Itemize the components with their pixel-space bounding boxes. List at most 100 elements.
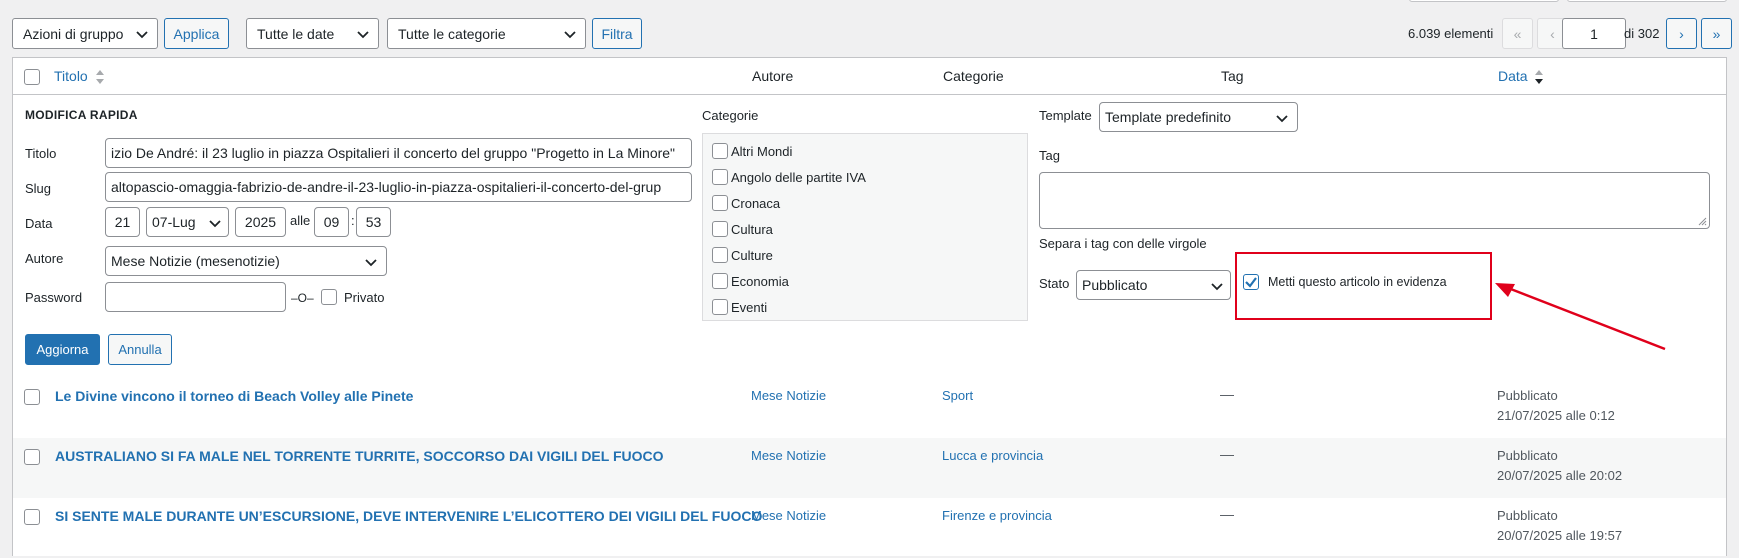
author-label: Autore bbox=[25, 251, 64, 266]
column-title[interactable]: Titolo bbox=[54, 68, 105, 85]
current-page-input[interactable]: 1 bbox=[1562, 18, 1626, 49]
row-title-link[interactable]: AUSTRALIANO SI FA MALE NEL TORRENTE TURR… bbox=[55, 448, 664, 464]
row-category-link[interactable]: Lucca e provincia bbox=[942, 448, 1043, 463]
table-row: AUSTRALIANO SI FA MALE NEL TORRENTE TURR… bbox=[13, 438, 1726, 498]
category-item[interactable]: Cultura bbox=[712, 221, 773, 237]
resize-handle-icon[interactable] bbox=[1697, 216, 1707, 226]
category-item[interactable]: Economia bbox=[712, 273, 789, 289]
categories-checklist: Altri Mondi Angolo delle partite IVA Cro… bbox=[702, 133, 1028, 321]
row-checkbox[interactable] bbox=[24, 389, 40, 405]
row-status: Pubblicato bbox=[1497, 448, 1558, 463]
category-item[interactable]: Altri Mondi bbox=[712, 143, 792, 159]
row-tag: — bbox=[1220, 386, 1234, 402]
day-input[interactable]: 21 bbox=[105, 207, 140, 237]
column-categories: Categorie bbox=[943, 68, 1004, 84]
apply-button[interactable]: Applica bbox=[164, 18, 229, 49]
chevron-down-icon bbox=[1211, 283, 1223, 291]
row-author-link[interactable]: Mese Notizie bbox=[751, 388, 826, 403]
table-row: SI SENTE MALE DURANTE UN’ESCURSIONE, DEV… bbox=[13, 498, 1726, 558]
items-count: 6.039 elementi bbox=[1408, 26, 1494, 41]
filter-button[interactable]: Filtra bbox=[592, 18, 642, 49]
year-input[interactable]: 2025 bbox=[235, 207, 286, 237]
column-date[interactable]: Data bbox=[1498, 68, 1544, 85]
select-all-checkbox[interactable] bbox=[24, 69, 40, 85]
private-checkbox[interactable] bbox=[321, 289, 337, 305]
category-item[interactable]: Cronaca bbox=[712, 195, 780, 211]
tags-textarea[interactable] bbox=[1039, 172, 1710, 229]
cancel-button[interactable]: Annulla bbox=[108, 334, 172, 365]
row-status: Pubblicato bbox=[1497, 388, 1558, 403]
row-date: 20/07/2025 alle 20:02 bbox=[1497, 468, 1623, 483]
category-filter-value: Tutte le categorie bbox=[398, 25, 506, 42]
row-checkbox[interactable] bbox=[24, 509, 40, 525]
row-category-link[interactable]: Sport bbox=[942, 388, 973, 403]
private-label: Privato bbox=[344, 290, 385, 305]
help-tab[interactable] bbox=[1567, 0, 1727, 2]
slug-input[interactable]: altopascio-omaggia-fabrizio-de-andre-il-… bbox=[105, 172, 692, 202]
category-label: Culture bbox=[731, 247, 773, 263]
row-title-link[interactable]: SI SENTE MALE DURANTE UN’ESCURSIONE, DEV… bbox=[55, 508, 762, 524]
category-item[interactable]: Eventi bbox=[712, 299, 767, 315]
status-value: Pubblicato bbox=[1082, 277, 1148, 293]
hour-input[interactable]: 09 bbox=[314, 207, 349, 237]
chevron-down-icon bbox=[1276, 115, 1288, 123]
last-page-button[interactable]: » bbox=[1701, 18, 1732, 49]
row-author-link[interactable]: Mese Notizie bbox=[751, 448, 826, 463]
sort-icon bbox=[95, 70, 104, 85]
author-value: Mese Notizie (mesenotizie) bbox=[111, 253, 280, 269]
next-page-button[interactable]: › bbox=[1666, 18, 1697, 49]
category-checkbox[interactable] bbox=[712, 169, 728, 185]
table-row: Le Divine vincono il torneo di Beach Vol… bbox=[13, 378, 1726, 438]
at-label: alle bbox=[290, 213, 311, 228]
column-tag: Tag bbox=[1221, 68, 1244, 84]
row-date: 20/07/2025 alle 19:57 bbox=[1497, 528, 1623, 543]
annotation-highlight-box bbox=[1235, 252, 1492, 320]
date-filter-value: Tutte le date bbox=[257, 25, 335, 42]
category-checkbox[interactable] bbox=[712, 247, 728, 263]
annotation-arrow-icon bbox=[1495, 283, 1666, 351]
row-checkbox[interactable] bbox=[24, 449, 40, 465]
row-author-link[interactable]: Mese Notizie bbox=[751, 508, 826, 523]
first-page-button[interactable]: « bbox=[1502, 18, 1533, 49]
title-label: Titolo bbox=[25, 146, 57, 161]
row-category-link[interactable]: Firenze e provincia bbox=[942, 508, 1052, 523]
categories-label: Categorie bbox=[702, 108, 759, 123]
row-tag: — bbox=[1220, 446, 1234, 462]
category-filter-select[interactable]: Tutte le categorie bbox=[387, 18, 586, 49]
category-item[interactable]: Culture bbox=[712, 247, 773, 263]
row-title-link[interactable]: Le Divine vincono il torneo di Beach Vol… bbox=[55, 388, 413, 404]
category-label: Altri Mondi bbox=[731, 143, 793, 159]
category-item[interactable]: Angolo delle partite IVA bbox=[712, 169, 866, 185]
title-input[interactable]: izio De André: il 23 luglio in piazza Os… bbox=[105, 138, 692, 168]
template-select[interactable]: Template predefinito bbox=[1099, 102, 1298, 132]
tag-hint: Separa i tag con delle virgole bbox=[1039, 236, 1207, 251]
month-value: 07-Lug bbox=[152, 214, 196, 230]
month-select[interactable]: 07-Lug bbox=[146, 207, 229, 237]
password-input[interactable] bbox=[105, 282, 286, 312]
category-checkbox[interactable] bbox=[712, 195, 728, 211]
update-button[interactable]: Aggiorna bbox=[25, 334, 100, 365]
category-checkbox[interactable] bbox=[712, 143, 728, 159]
tag-label: Tag bbox=[1039, 148, 1060, 163]
category-checkbox[interactable] bbox=[712, 221, 728, 237]
total-pages: di 302 bbox=[1624, 26, 1660, 41]
password-label: Password bbox=[25, 290, 83, 305]
category-checkbox[interactable] bbox=[712, 299, 728, 315]
category-checkbox[interactable] bbox=[712, 273, 728, 289]
column-title-label: Titolo bbox=[54, 68, 88, 84]
date-filter-select[interactable]: Tutte le date bbox=[246, 18, 379, 49]
chevron-down-icon bbox=[357, 30, 369, 38]
template-label: Template bbox=[1039, 108, 1092, 123]
sort-desc-icon bbox=[1535, 70, 1544, 85]
quick-edit-heading: MODIFICA RAPIDA bbox=[25, 108, 138, 122]
table-header: Titolo Autore Categorie Tag Data bbox=[13, 58, 1726, 95]
minute-input[interactable]: 53 bbox=[356, 207, 391, 237]
screen-options-tab[interactable] bbox=[1409, 0, 1559, 2]
status-select[interactable]: Pubblicato bbox=[1076, 270, 1231, 300]
bulk-actions-value: Azioni di gruppo bbox=[23, 25, 124, 42]
slug-label: Slug bbox=[25, 181, 52, 196]
or-label: –O– bbox=[291, 291, 314, 305]
author-select[interactable]: Mese Notizie (mesenotizie) bbox=[105, 246, 387, 276]
bulk-actions-select[interactable]: Azioni di gruppo bbox=[12, 18, 158, 49]
category-label: Cultura bbox=[731, 221, 773, 237]
